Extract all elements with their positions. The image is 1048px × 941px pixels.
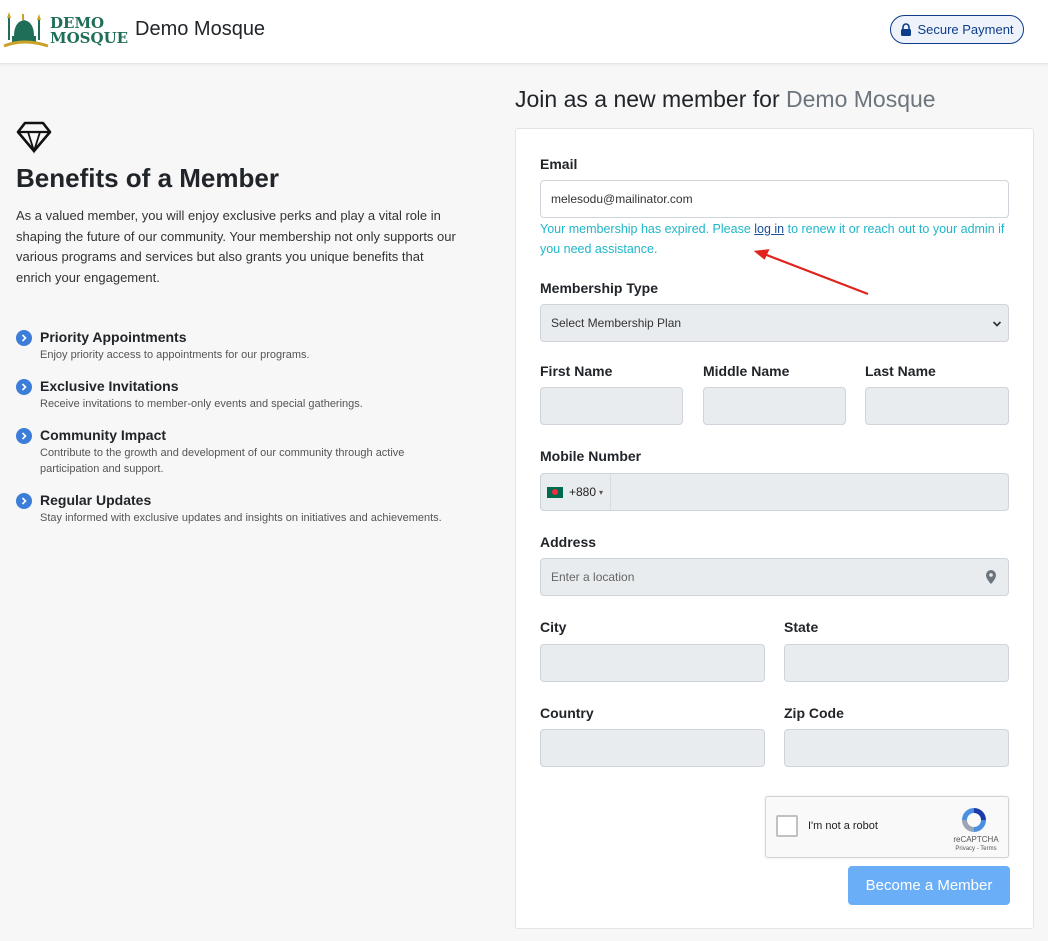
feature-list: Priority Appointments Enjoy priority acc… (16, 328, 466, 526)
recaptcha-logo-icon (962, 808, 986, 832)
top-header: DEMO MOSQUE Demo Mosque Secure Payment (0, 0, 1048, 64)
first-name-field[interactable] (540, 387, 683, 425)
last-name-field[interactable] (865, 387, 1009, 425)
recaptcha-label: I'm not a robot (808, 820, 878, 832)
dial-code: +880 (569, 485, 597, 499)
address-label: Address (540, 534, 597, 550)
recaptcha-widget: I'm not a robot reCAPTCHA Privacy - Term… (765, 796, 1009, 858)
chevron-right-icon (16, 379, 32, 395)
recaptcha-links[interactable]: Privacy - Terms (948, 846, 1004, 852)
benefits-section: Benefits of a Member As a valued member,… (16, 120, 466, 540)
feature-description: Stay informed with exclusive updates and… (40, 512, 442, 524)
membership-type-label: Membership Type (540, 280, 658, 296)
feature-title: Exclusive Invitations (40, 378, 179, 394)
benefits-description: As a valued member, you will enjoy exclu… (16, 208, 456, 285)
lock-icon (901, 23, 912, 36)
feature-description: Enjoy priority access to appointments fo… (40, 349, 310, 361)
join-heading-prefix: Join as a new member for (515, 86, 780, 112)
state-field[interactable] (784, 644, 1009, 682)
logo-line-2: MOSQUE (50, 29, 129, 47)
feature-item: Community Impact Contribute to the growt… (16, 426, 466, 477)
last-name-label: Last Name (865, 363, 936, 379)
feature-title: Regular Updates (40, 492, 152, 508)
bangladesh-flag-icon (547, 486, 563, 498)
feature-description: Receive invitations to member-only event… (40, 398, 363, 410)
city-field[interactable] (540, 644, 765, 682)
city-label: City (540, 619, 567, 635)
login-link[interactable]: log in (754, 222, 784, 236)
email-label: Email (540, 156, 578, 172)
diamond-icon (16, 121, 52, 154)
zip-code-field[interactable] (784, 729, 1009, 767)
annotation-arrow-icon (753, 249, 869, 296)
chevron-down-icon (992, 321, 1002, 327)
brand-name[interactable]: Demo Mosque (135, 18, 265, 41)
feature-title: Priority Appointments (40, 329, 187, 345)
secure-payment-button[interactable]: Secure Payment (890, 15, 1024, 44)
feature-item: Regular Updates Stay informed with exclu… (16, 491, 466, 526)
email-field[interactable]: melesodu@mailinator.com (540, 180, 1009, 218)
caret-down-icon: ▾ (599, 487, 604, 497)
recaptcha-brand: reCAPTCHA (953, 835, 999, 844)
membership-type-select[interactable]: Select Membership Plan (540, 304, 1009, 342)
first-name-label: First Name (540, 363, 613, 379)
feature-item: Priority Appointments Enjoy priority acc… (16, 328, 466, 363)
mobile-number-label: Mobile Number (540, 448, 642, 464)
membership-type-value: Select Membership Plan (551, 316, 682, 330)
country-label: Country (540, 705, 594, 721)
zip-code-label: Zip Code (784, 705, 844, 721)
expired-text-start: Your membership has expired. Please (540, 222, 755, 236)
feature-title: Community Impact (40, 427, 167, 443)
chevron-right-icon (16, 428, 32, 444)
feature-item: Exclusive Invitations Receive invitation… (16, 377, 466, 412)
secure-payment-label: Secure Payment (917, 22, 1014, 37)
location-pin-icon (986, 570, 996, 584)
mosque-icon (3, 12, 49, 48)
feature-description: Contribute to the growth and development… (40, 447, 405, 475)
join-heading-org: Demo Mosque (786, 86, 936, 112)
chevron-right-icon (16, 493, 32, 509)
mosque-logo[interactable]: DEMO MOSQUE (2, 8, 128, 52)
address-placeholder: Enter a location (551, 570, 635, 584)
recaptcha-checkbox[interactable] (776, 815, 798, 837)
mobile-number-field[interactable]: +880 ▾ (540, 473, 1009, 511)
email-value: melesodu@mailinator.com (551, 192, 693, 206)
become-member-button[interactable]: Become a Member (848, 866, 1010, 905)
country-code-dropdown[interactable]: +880 ▾ (541, 474, 611, 510)
middle-name-label: Middle Name (703, 363, 790, 379)
chevron-right-icon (16, 330, 32, 346)
join-heading: Join as a new member for Demo Mosque (515, 86, 936, 113)
benefits-title: Benefits of a Member (16, 163, 279, 193)
middle-name-field[interactable] (703, 387, 846, 425)
country-field[interactable] (540, 729, 765, 767)
state-label: State (784, 619, 819, 635)
address-field[interactable]: Enter a location (540, 558, 1009, 596)
